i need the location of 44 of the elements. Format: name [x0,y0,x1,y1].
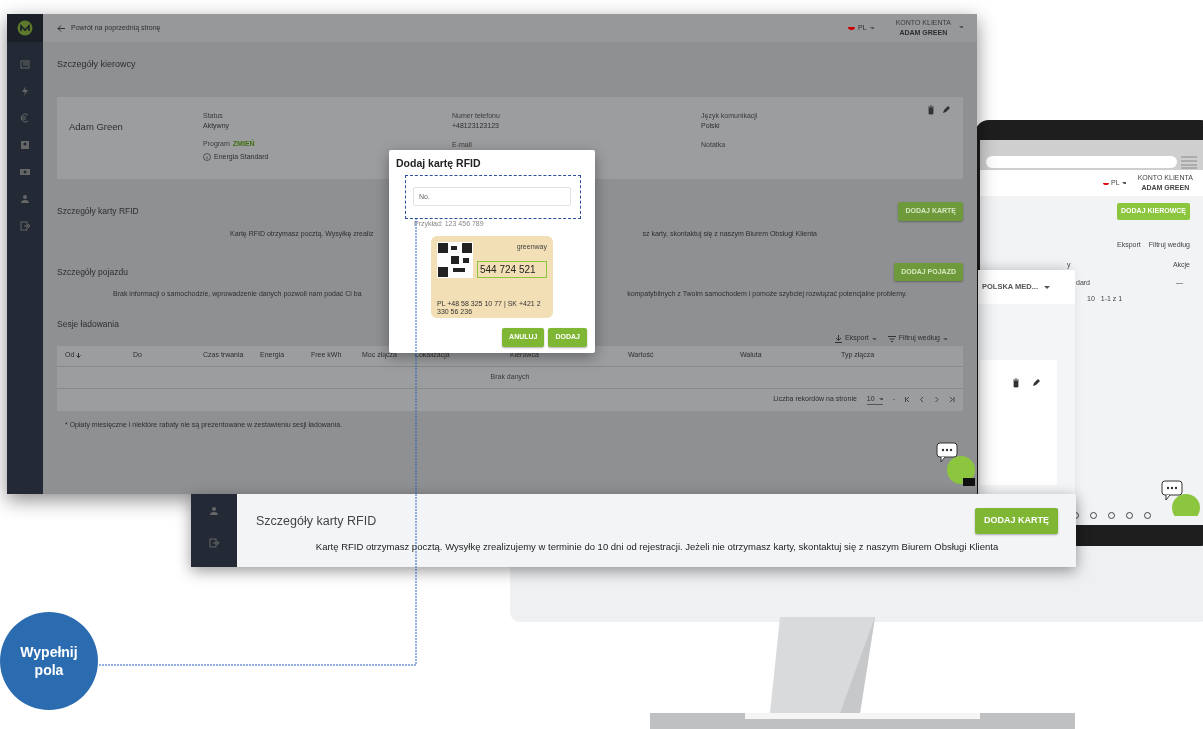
social-icon[interactable] [1090,512,1097,519]
person-icon[interactable] [209,506,219,516]
caret-icon [871,337,876,340]
logout-icon[interactable] [20,221,30,231]
caret-icon [1044,285,1050,289]
person-icon[interactable] [20,194,30,204]
ticket-icon[interactable] [20,167,30,177]
flag-icon [848,26,856,30]
info-icon[interactable] [203,153,211,162]
section-title: Szczegóły karty RFID [57,205,139,218]
edit-icon[interactable] [1032,378,1041,387]
previous-page-icon[interactable] [920,397,925,402]
caret-icon [959,25,963,28]
logo-icon[interactable] [17,20,33,36]
caret-icon [878,398,883,400]
documents-icon[interactable] [20,59,30,69]
filter-icon [887,335,896,342]
section-title: Szczegóły pojazdu [57,265,128,279]
caret-icon [1121,182,1126,184]
section-title: Szczegóły karty RFID [256,512,377,530]
first-page-icon[interactable] [905,397,910,402]
caret-icon [943,337,947,340]
info-text: Kartę RFID otrzymasz pocztą. Wysyłkę zrealizujemy w terminie do 10 dni od rejestracji. Jeżeli nie otrzymasz karty, skontaktuj się z naszym Biurem Obsługi Klienta [314,540,1000,554]
social-icon[interactable] [1126,512,1133,519]
euro-icon[interactable] [20,113,30,123]
arrow-down-icon [76,353,82,358]
logout-icon[interactable] [209,538,219,548]
qr-code-icon [437,242,473,279]
flag-icon [1103,181,1110,185]
arrow-left-icon [57,24,65,32]
callout-bubble: Wypełnij pola [0,612,98,710]
lightning-icon[interactable] [20,86,30,96]
dialog-title: Dodaj kartę RFID [396,156,482,171]
social-icon[interactable] [1108,512,1115,519]
last-page-icon[interactable] [950,397,955,402]
page-title: Szczegóły kierowcy [57,58,137,71]
contact-card-icon[interactable] [20,140,30,150]
card-number: 544 724 521 [477,260,547,278]
download-icon [835,334,842,343]
social-icon[interactable] [1144,512,1151,519]
section-title: Sesje ładowania [57,318,119,329]
driver-name: Adam Green [69,119,124,134]
caret-icon [869,27,874,29]
delete-icon[interactable] [1012,378,1020,388]
